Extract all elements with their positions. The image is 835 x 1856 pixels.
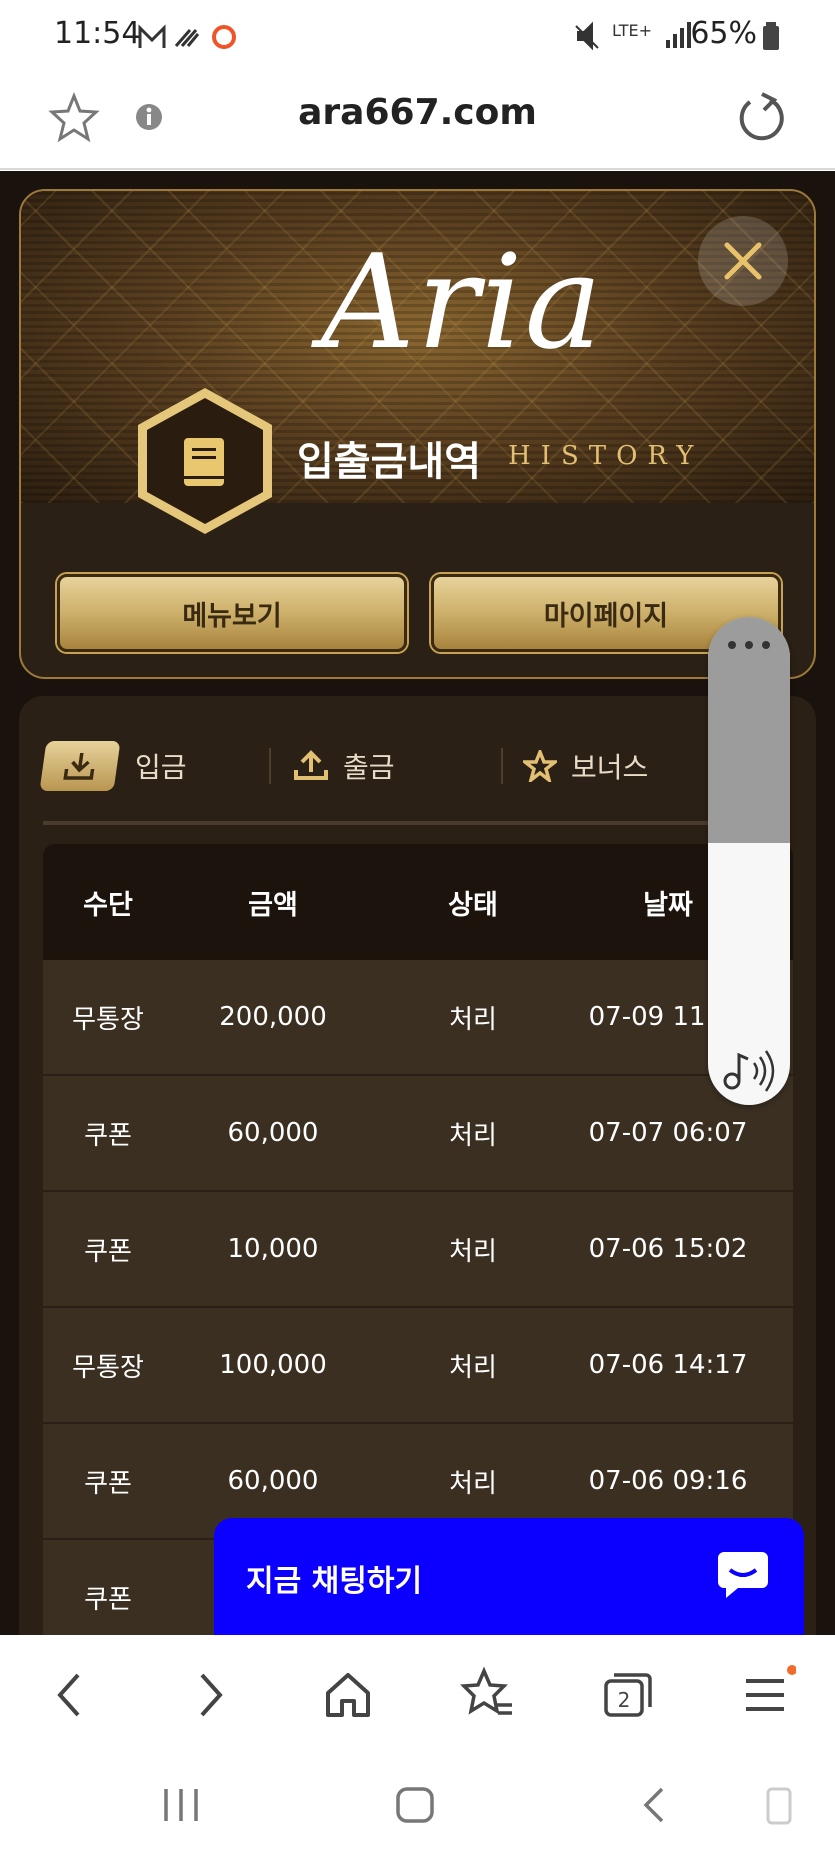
- chat-label: 지금 채팅하기: [246, 1564, 423, 1599]
- chat-bubble-icon: [718, 1552, 768, 1598]
- notification-icons: [138, 24, 236, 49]
- url-text[interactable]: ara667.com: [0, 92, 835, 133]
- cell-method: 무통장: [72, 1352, 144, 1383]
- table-header: 수단 금액 상태 날짜: [43, 844, 793, 960]
- cell-amount: 10,000: [227, 1234, 319, 1264]
- table-row: 무통장 200,000 처리 07-09 11:28: [43, 960, 793, 1076]
- signal-icons: LTE+: [575, 21, 691, 51]
- cell-date: 07-06 14:17: [588, 1350, 748, 1380]
- cell-status: 처리: [449, 1236, 497, 1267]
- star-icon: [523, 750, 557, 782]
- bookmarks-icon[interactable]: [458, 1665, 518, 1725]
- reload-icon[interactable]: [736, 90, 788, 146]
- battery-level: 65%: [690, 16, 757, 51]
- menu-button[interactable]: 메뉴보기: [57, 574, 407, 652]
- header-status: 상태: [448, 889, 498, 921]
- rotate-icon[interactable]: [762, 1785, 796, 1827]
- history-tabs: 입금 출금 보너스: [39, 726, 763, 806]
- cell-status: 처리: [449, 1352, 497, 1383]
- cell-status: 처리: [449, 1120, 497, 1151]
- cell-method: 쿠폰: [84, 1468, 132, 1499]
- network-label: LTE+: [612, 21, 652, 40]
- recent-apps-icon[interactable]: [160, 1785, 202, 1825]
- clock: 11:54: [54, 16, 141, 51]
- browser-bottom-nav: 2: [0, 1635, 835, 1755]
- forward-icon[interactable]: [180, 1665, 240, 1725]
- home-icon[interactable]: [318, 1665, 378, 1725]
- tab-divider: [269, 748, 271, 784]
- browser-address-bar: ara667.com: [0, 70, 835, 170]
- more-icon[interactable]: [724, 635, 774, 655]
- cell-amount: 60,000: [227, 1118, 319, 1148]
- history-list-card: 입금 출금 보너스 수단 금액 상태 날짜 무통장 200,000 처리 07-…: [19, 696, 816, 1635]
- tab-label: 보너스: [571, 751, 649, 784]
- cell-method: 무통장: [72, 1004, 144, 1035]
- header-card: Aria 입출금내역 HISTORY 메뉴보기 마이페이지: [19, 189, 816, 679]
- back-icon[interactable]: [40, 1665, 100, 1725]
- table-row: 쿠폰 10,000 처리 07-06 15:02: [43, 1192, 793, 1308]
- volume-slider[interactable]: [708, 617, 790, 1105]
- table-row: 무통장 100,000 처리 07-06 14:17: [43, 1308, 793, 1424]
- history-badge: [138, 388, 272, 534]
- tabs-underline: [43, 821, 733, 825]
- tab-label: 입금: [135, 751, 187, 784]
- tab-bonus[interactable]: 보너스: [523, 726, 648, 806]
- chat-now-button[interactable]: 지금 채팅하기: [214, 1518, 804, 1635]
- download-icon: [39, 741, 121, 791]
- system-nav-bar: [0, 1755, 835, 1856]
- battery-icon: [763, 22, 779, 50]
- web-content: Aria 입출금내역 HISTORY 메뉴보기 마이페이지 입금 출금 보너스 …: [0, 171, 835, 1635]
- tab-divider: [501, 748, 503, 784]
- tab-withdraw[interactable]: 출금: [293, 726, 395, 806]
- tab-deposit[interactable]: 입금: [39, 726, 187, 806]
- tabs-icon: 2: [604, 1673, 652, 1717]
- header-method: 수단: [83, 889, 133, 921]
- close-icon: [724, 242, 762, 280]
- cell-method: 쿠폰: [84, 1120, 132, 1151]
- cell-date: 07-06 15:02: [588, 1234, 748, 1264]
- site-logo[interactable]: Aria: [321, 226, 604, 378]
- system-back-icon[interactable]: [634, 1785, 676, 1825]
- cell-method: 쿠폰: [84, 1584, 132, 1615]
- status-bar: 11:54 LTE+ 65%: [0, 0, 835, 70]
- upload-icon: [294, 750, 328, 780]
- tabs-button[interactable]: 2: [598, 1665, 658, 1725]
- page-title: 입출금내역: [297, 439, 481, 485]
- close-button[interactable]: [698, 216, 788, 306]
- cell-amount: 100,000: [219, 1350, 327, 1380]
- table-row: 쿠폰 60,000 처리 07-07 06:07: [43, 1076, 793, 1192]
- menu-icon[interactable]: [736, 1665, 796, 1725]
- cell-amount: 200,000: [219, 1002, 327, 1032]
- tab-label: 출금: [343, 751, 395, 784]
- cell-status: 처리: [449, 1004, 497, 1035]
- header-amount: 금액: [248, 889, 298, 921]
- music-volume-icon: [723, 1050, 775, 1092]
- tab-count: 2: [618, 1688, 631, 1712]
- home-button-icon[interactable]: [394, 1785, 436, 1825]
- page-subtitle: HISTORY: [508, 441, 704, 471]
- cell-method: 쿠폰: [84, 1236, 132, 1267]
